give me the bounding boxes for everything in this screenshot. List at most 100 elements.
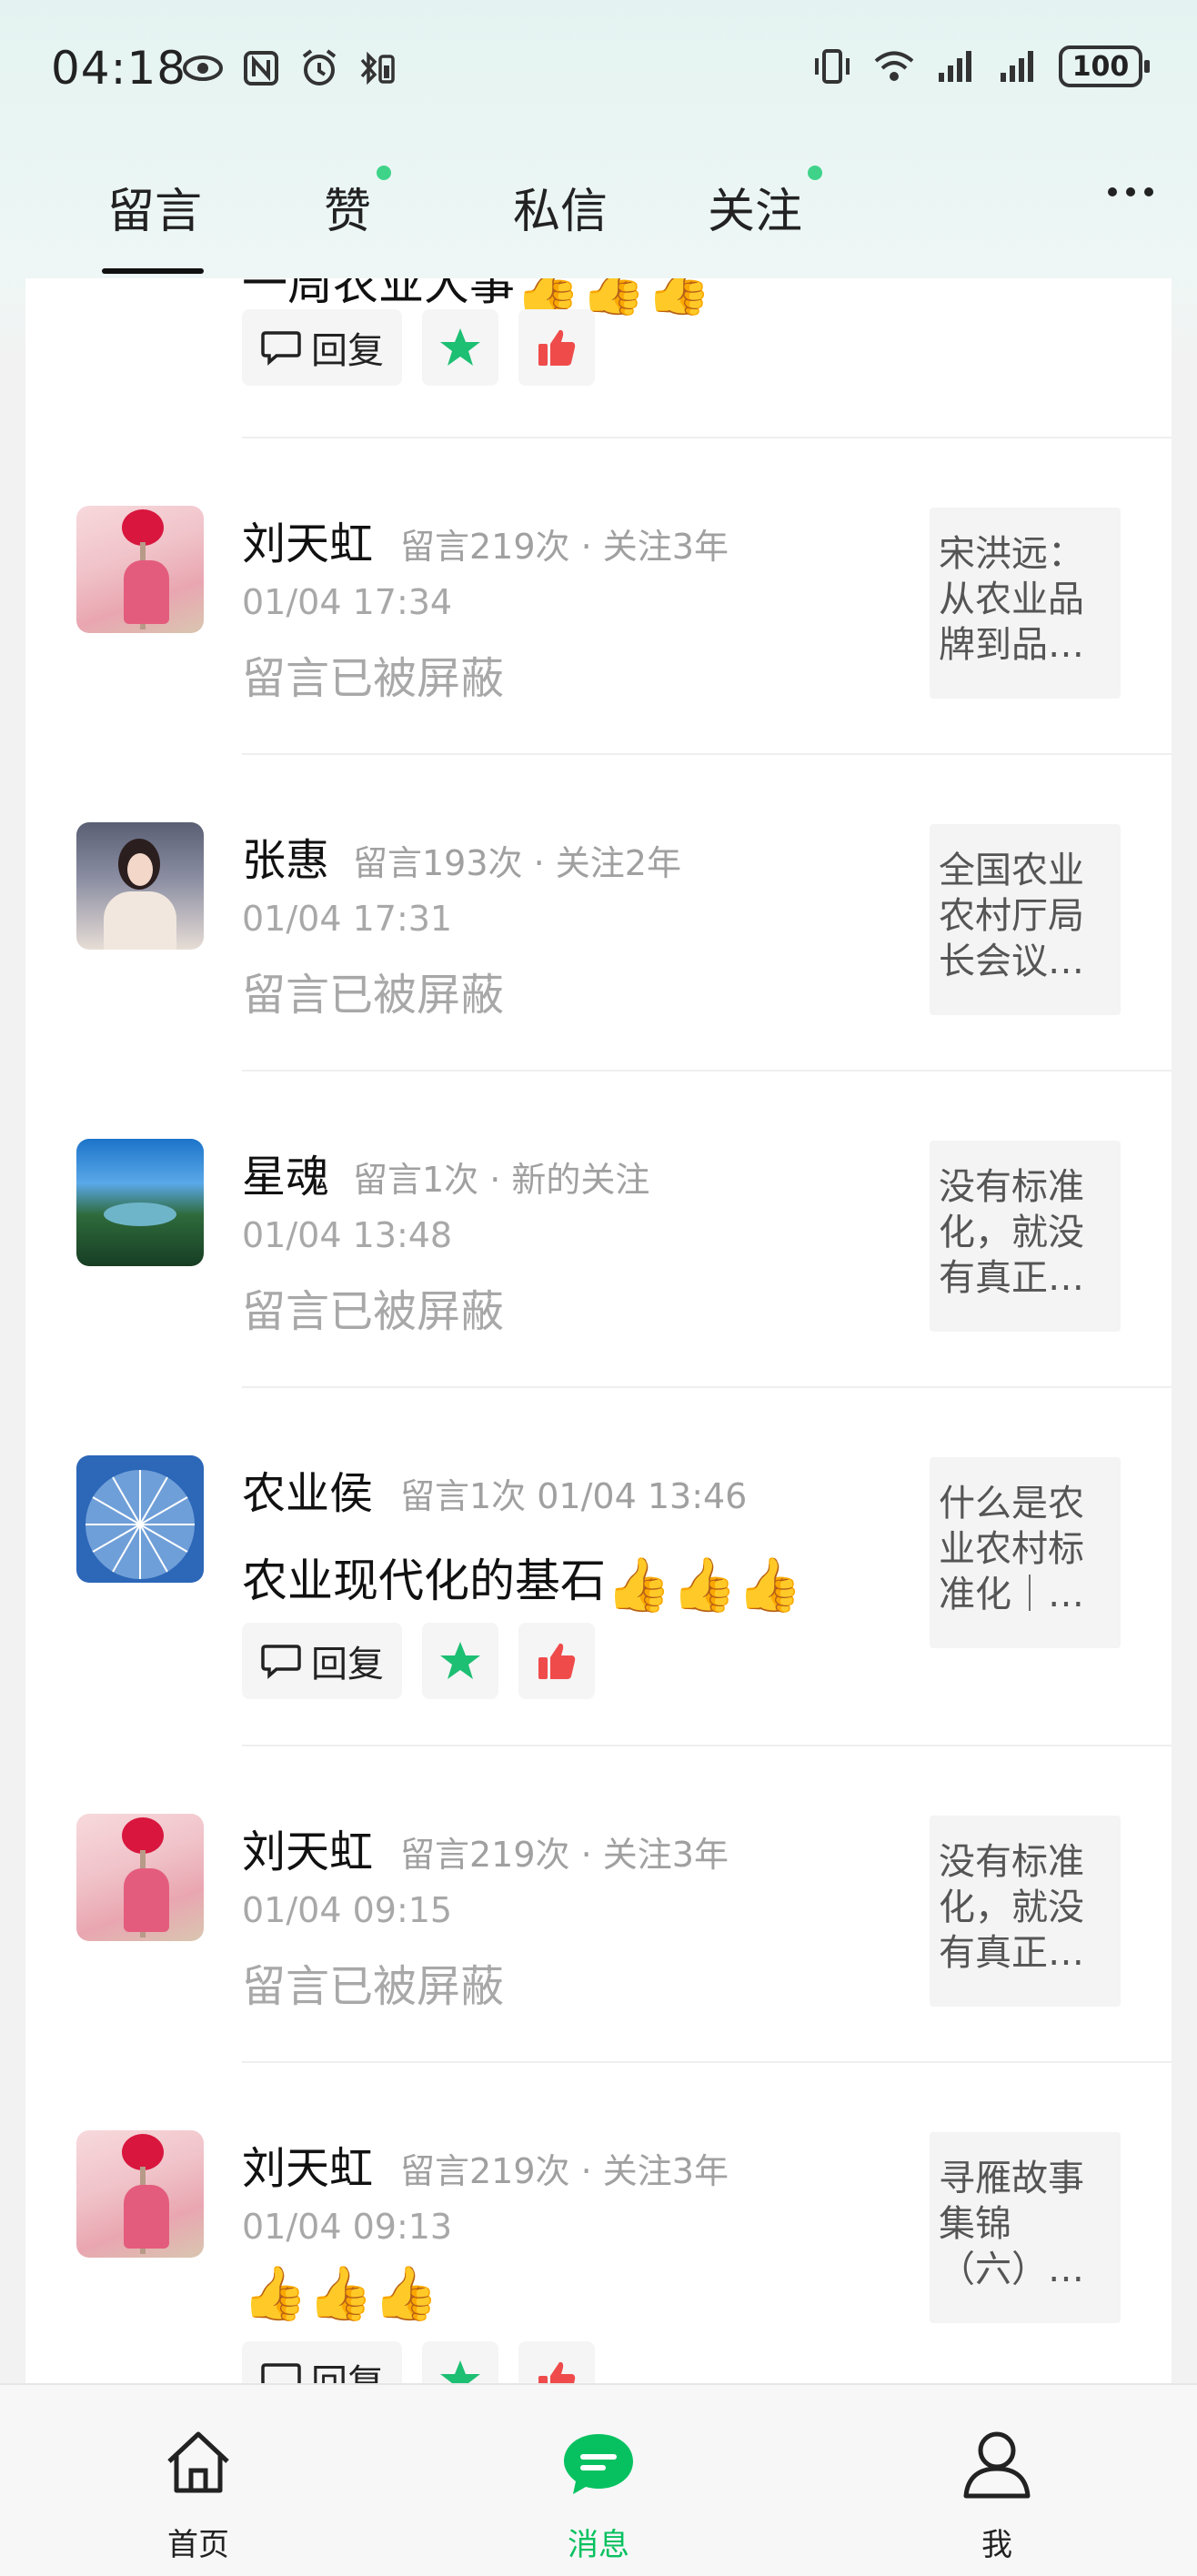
tab-likes[interactable]: 赞 <box>324 166 392 241</box>
more-options-button[interactable] <box>1108 187 1153 196</box>
article-thumbnail[interactable]: 寻雁故事集锦（六）… <box>930 2132 1121 2323</box>
home-icon <box>167 2431 229 2493</box>
comment-date: 01/04 09:13 <box>242 2207 453 2247</box>
star-button[interactable] <box>422 1623 498 1699</box>
status-bar: 04:18 100 <box>0 0 1197 146</box>
bluetooth-battery-icon <box>360 51 395 86</box>
tab-label: 私信 <box>513 185 609 239</box>
like-icon <box>538 329 576 366</box>
list-item[interactable]: 刘天虹 留言219次 · 关注3年 01/04 17:34 留言已被屏蔽 宋洪远… <box>25 438 1172 755</box>
user-meta: 留言219次 · 关注3年 <box>400 527 729 567</box>
comment-text: 一周农业大事👍👍👍 <box>242 278 712 318</box>
list-item[interactable]: 刘天虹 留言219次 · 关注3年 01/04 09:15 留言已被屏蔽 没有标… <box>25 1746 1172 2063</box>
user-name[interactable]: 刘天虹 <box>242 508 373 571</box>
status-time: 04:18 <box>51 42 187 95</box>
avatar[interactable] <box>76 822 204 950</box>
user-meta: 留言219次 · 关注3年 <box>400 1835 729 1875</box>
user-meta: 留言219次 · 关注3年 <box>400 2151 729 2191</box>
star-icon <box>440 328 480 366</box>
star-icon <box>440 1642 480 1679</box>
nav-label: 我 <box>981 2527 1012 2563</box>
user-name[interactable]: 刘天虹 <box>242 1816 373 1879</box>
comment-text: 农业现代化的基石👍👍👍 <box>242 1553 803 1615</box>
avatar[interactable] <box>76 1455 204 1583</box>
article-thumbnail[interactable]: 什么是农业农村标准化｜… <box>930 1457 1121 1648</box>
nav-messages[interactable]: 消息 <box>508 2385 689 2576</box>
comment-actions: 回复 <box>242 309 595 386</box>
unread-dot <box>808 166 823 180</box>
status-right-icons: 100 <box>811 45 1150 87</box>
signal-icon <box>939 51 971 82</box>
reply-button[interactable]: 回复 <box>242 2341 402 2385</box>
tab-private-messages[interactable]: 私信 <box>513 173 608 241</box>
comment-actions: 回复 <box>242 2341 595 2385</box>
user-name[interactable]: 张惠 <box>242 824 329 888</box>
user-name[interactable]: 星魂 <box>242 1141 329 1204</box>
tab-label: 留言 <box>107 185 203 239</box>
reply-label: 回复 <box>311 330 384 372</box>
list-item[interactable]: 星魂 留言1次 · 新的关注 01/04 13:48 留言已被屏蔽 没有标准化，… <box>25 1072 1172 1388</box>
battery-indicator: 100 <box>1059 45 1150 87</box>
vibrate-icon <box>815 49 850 84</box>
avatar[interactable] <box>76 506 204 633</box>
article-thumbnail[interactable]: 没有标准化，就没有真正… <box>930 1141 1121 1332</box>
avatar[interactable] <box>76 1814 204 1941</box>
list-item[interactable]: 农业侯 留言1次 01/04 13:46 农业现代化的基石👍👍👍 回复 什么是农… <box>25 1388 1172 1746</box>
message-icon <box>564 2434 633 2494</box>
bottom-nav: 首页 消息 我 <box>0 2383 1197 2576</box>
nav-home[interactable]: 首页 <box>107 2385 289 2576</box>
user-name[interactable]: 刘天虹 <box>242 2132 373 2196</box>
like-button[interactable] <box>518 1623 595 1699</box>
list-item[interactable]: 张惠 留言193次 · 关注2年 01/04 17:31 留言已被屏蔽 全国农业… <box>25 755 1172 1072</box>
nav-label: 首页 <box>167 2527 229 2563</box>
reply-button[interactable]: 回复 <box>242 309 402 386</box>
nfc-icon <box>244 51 278 86</box>
comment-actions: 回复 <box>242 1623 595 1699</box>
comment-date: 01/04 09:15 <box>242 1890 453 1930</box>
avatar[interactable] <box>76 1139 204 1266</box>
comment-blocked-text: 留言已被屏蔽 <box>242 653 505 704</box>
list-item[interactable]: 一周农业大事👍👍👍 回复 <box>25 278 1172 438</box>
comment-blocked-text: 留言已被屏蔽 <box>242 1961 505 2012</box>
wheel-logo <box>86 1470 195 1579</box>
comment-date: 01/04 13:48 <box>242 1215 453 1255</box>
star-button[interactable] <box>422 2341 498 2385</box>
signal-icon <box>1001 51 1033 82</box>
like-button[interactable] <box>518 309 595 386</box>
nav-label: 消息 <box>568 2527 629 2563</box>
comment-blocked-text: 留言已被屏蔽 <box>242 1286 505 1337</box>
user-name[interactable]: 农业侯 <box>242 1457 373 1521</box>
avatar[interactable] <box>76 2130 204 2258</box>
like-icon <box>538 2361 576 2385</box>
star-icon <box>440 2360 480 2385</box>
like-button[interactable] <box>518 2341 595 2385</box>
alarm-icon <box>302 49 337 86</box>
tab-follows[interactable]: 关注 <box>708 166 823 241</box>
comment-blocked-text: 留言已被屏蔽 <box>242 970 505 1021</box>
reply-label: 回复 <box>311 2362 384 2385</box>
active-tab-indicator <box>102 268 204 274</box>
user-meta: 留言193次 · 关注2年 <box>353 843 681 883</box>
article-thumbnail[interactable]: 没有标准化，就没有真正… <box>930 1816 1121 2007</box>
comment-list: 一周农业大事👍👍👍 回复 刘天虹 留言219次 · 关注3年 01/04 17:… <box>25 278 1172 2385</box>
wifi-icon <box>874 51 914 81</box>
article-thumbnail[interactable]: 全国农业农村厅局长会议… <box>930 824 1121 1015</box>
reply-icon <box>261 331 301 366</box>
status-left-icons <box>182 47 398 89</box>
comment-text: 👍👍👍 <box>242 2261 439 2324</box>
comment-date: 01/04 17:34 <box>242 582 453 622</box>
article-thumbnail[interactable]: 宋洪远：从农业品牌到品… <box>930 508 1121 699</box>
nav-profile[interactable]: 我 <box>906 2385 1088 2576</box>
tab-label: 关注 <box>708 185 803 239</box>
reply-icon <box>261 1645 301 1679</box>
star-button[interactable] <box>422 309 498 386</box>
profile-icon <box>963 2431 1031 2499</box>
reply-button[interactable]: 回复 <box>242 1623 402 1699</box>
like-icon <box>538 1643 576 1679</box>
tab-label: 赞 <box>324 185 372 239</box>
user-meta: 留言1次 01/04 13:46 <box>400 1476 748 1516</box>
list-item[interactable]: 刘天虹 留言219次 · 关注3年 01/04 09:13 👍👍👍 回复 寻雁故… <box>25 2063 1172 2385</box>
reply-label: 回复 <box>311 1644 384 1685</box>
tab-comments[interactable]: 留言 <box>107 173 202 241</box>
tab-bar: 留言 赞 私信 关注 <box>0 155 1197 282</box>
